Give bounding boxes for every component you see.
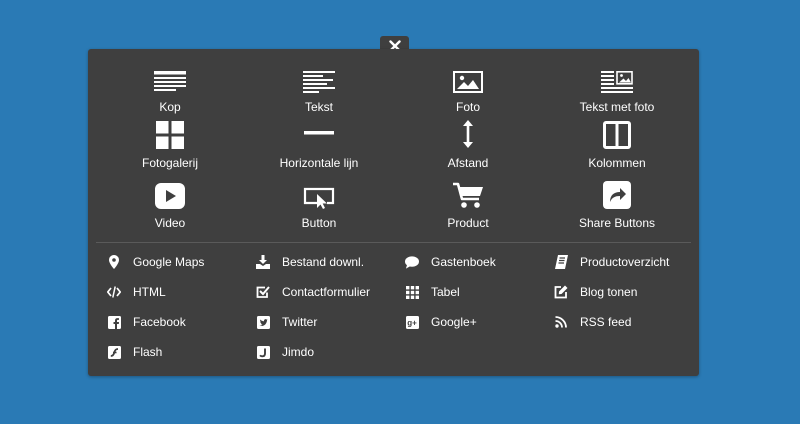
element-google-maps[interactable]: Google Maps [107,253,204,271]
code-icon [107,286,121,298]
element-tekst[interactable]: Tekst [244,61,394,114]
gallery-icon [156,121,184,149]
twitter-icon [256,315,270,329]
element-twitter[interactable]: Twitter [256,313,317,331]
element-gastenboek[interactable]: Gastenboek [405,253,496,271]
element-fotogalerij[interactable]: Fotogalerij [95,117,245,170]
element-jimdo[interactable]: Jimdo [256,343,314,361]
horizontal-line-icon [304,131,334,135]
columns-icon [603,121,631,149]
element-blog-tonen[interactable]: Blog tonen [554,283,637,301]
section-divider [96,242,691,243]
element-share-buttons[interactable]: Share Buttons [542,177,692,230]
element-bestand-downl[interactable]: Bestand downl. [256,253,364,271]
share-icon [603,181,631,209]
text-with-photo-icon [601,71,633,93]
element-product[interactable]: Product [393,177,543,230]
element-label: Afstand [447,156,489,170]
element-kop[interactable]: Kop [95,61,245,114]
element-tabel[interactable]: Tabel [405,283,460,301]
flash-icon [107,345,121,359]
element-label: Kolommen [588,156,646,170]
element-label: Button [301,216,337,230]
element-google-plus[interactable]: g+ Google+ [405,313,477,331]
element-foto[interactable]: Foto [393,61,543,114]
element-html[interactable]: HTML [107,283,166,301]
element-label: Horizontale lijn [279,156,359,170]
element-horizontale-lijn[interactable]: Horizontale lijn [244,117,394,170]
catalog-icon [554,255,568,269]
heading-icon [154,71,186,91]
edit-icon [554,285,568,299]
svg-text:g+: g+ [407,318,417,327]
google-plus-icon: g+ [405,315,419,329]
photo-icon [453,71,483,93]
map-pin-icon [109,255,119,269]
element-label: Foto [455,100,480,114]
element-rss-feed[interactable]: RSS feed [554,313,631,331]
element-label: Video [154,216,186,230]
video-icon [155,183,185,209]
element-label: Tekst [304,100,333,114]
table-icon [405,285,419,299]
element-label: Fotogalerij [141,156,199,170]
element-label: Share Buttons [578,216,656,230]
speech-bubble-icon [405,255,419,269]
add-element-panel: Kop Tekst Foto Tekst met foto Fotogaleri… [88,49,699,376]
text-icon [303,71,335,93]
element-label: Product [447,216,489,230]
spacing-icon [463,120,473,148]
element-kolommen[interactable]: Kolommen [542,117,692,170]
button-icon [303,187,335,209]
element-tekst-met-foto[interactable]: Tekst met foto [542,61,692,114]
element-label: Kop [159,100,181,114]
cart-icon [453,182,483,208]
download-icon [256,255,270,269]
element-contactformulier[interactable]: Contactformulier [256,283,370,301]
jimdo-icon [256,345,270,359]
checkbox-icon [256,286,270,298]
rss-icon [555,316,567,328]
element-flash[interactable]: Flash [107,343,162,361]
element-productoverzicht[interactable]: Productoverzicht [554,253,669,271]
facebook-icon [107,315,121,329]
element-button[interactable]: Button [244,177,394,230]
element-afstand[interactable]: Afstand [393,117,543,170]
element-video[interactable]: Video [95,177,245,230]
element-facebook[interactable]: Facebook [107,313,186,331]
element-label: Tekst met foto [579,100,655,114]
